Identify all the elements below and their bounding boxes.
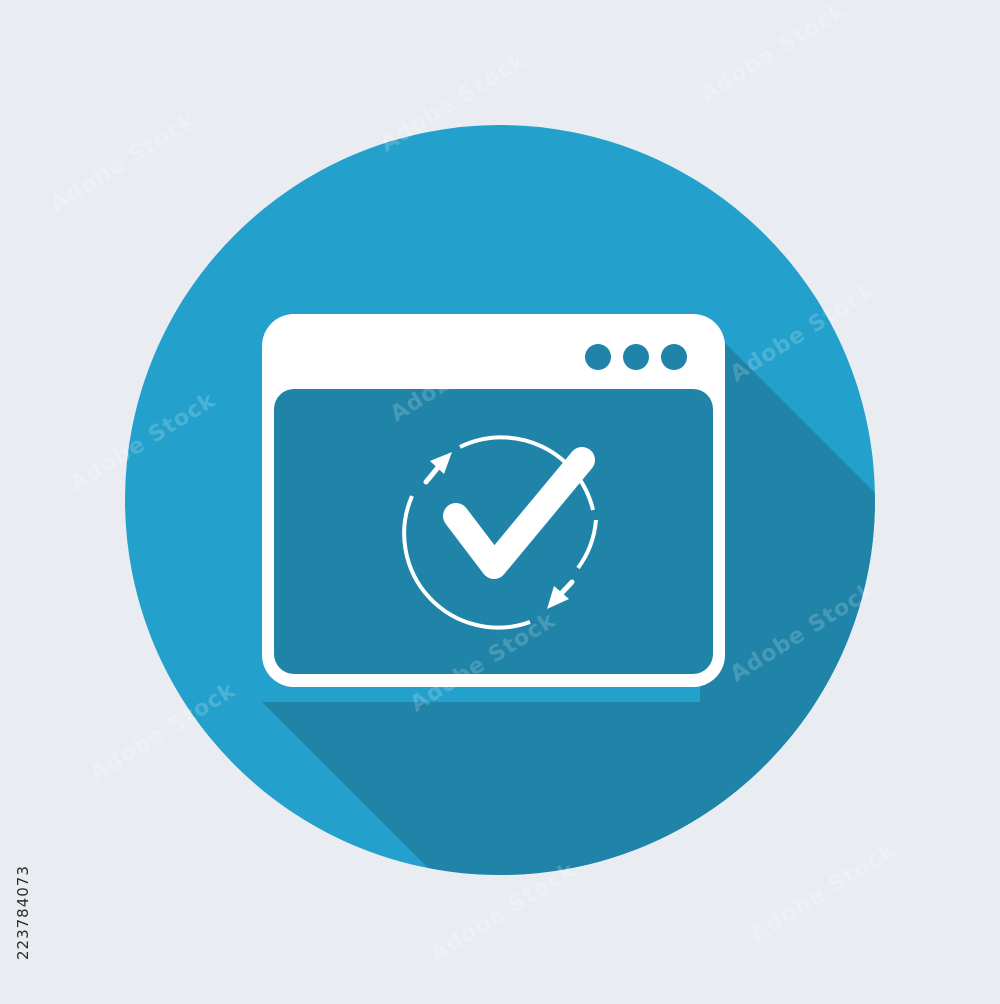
window-content [274,389,713,674]
app-window-verified-refresh-icon [125,125,875,875]
window-dot-3 [661,344,687,370]
window-dot-2 [623,344,649,370]
window-dot-1 [585,344,611,370]
icon-stage [0,0,1000,1000]
stock-id-label: 223784073 [14,865,32,960]
